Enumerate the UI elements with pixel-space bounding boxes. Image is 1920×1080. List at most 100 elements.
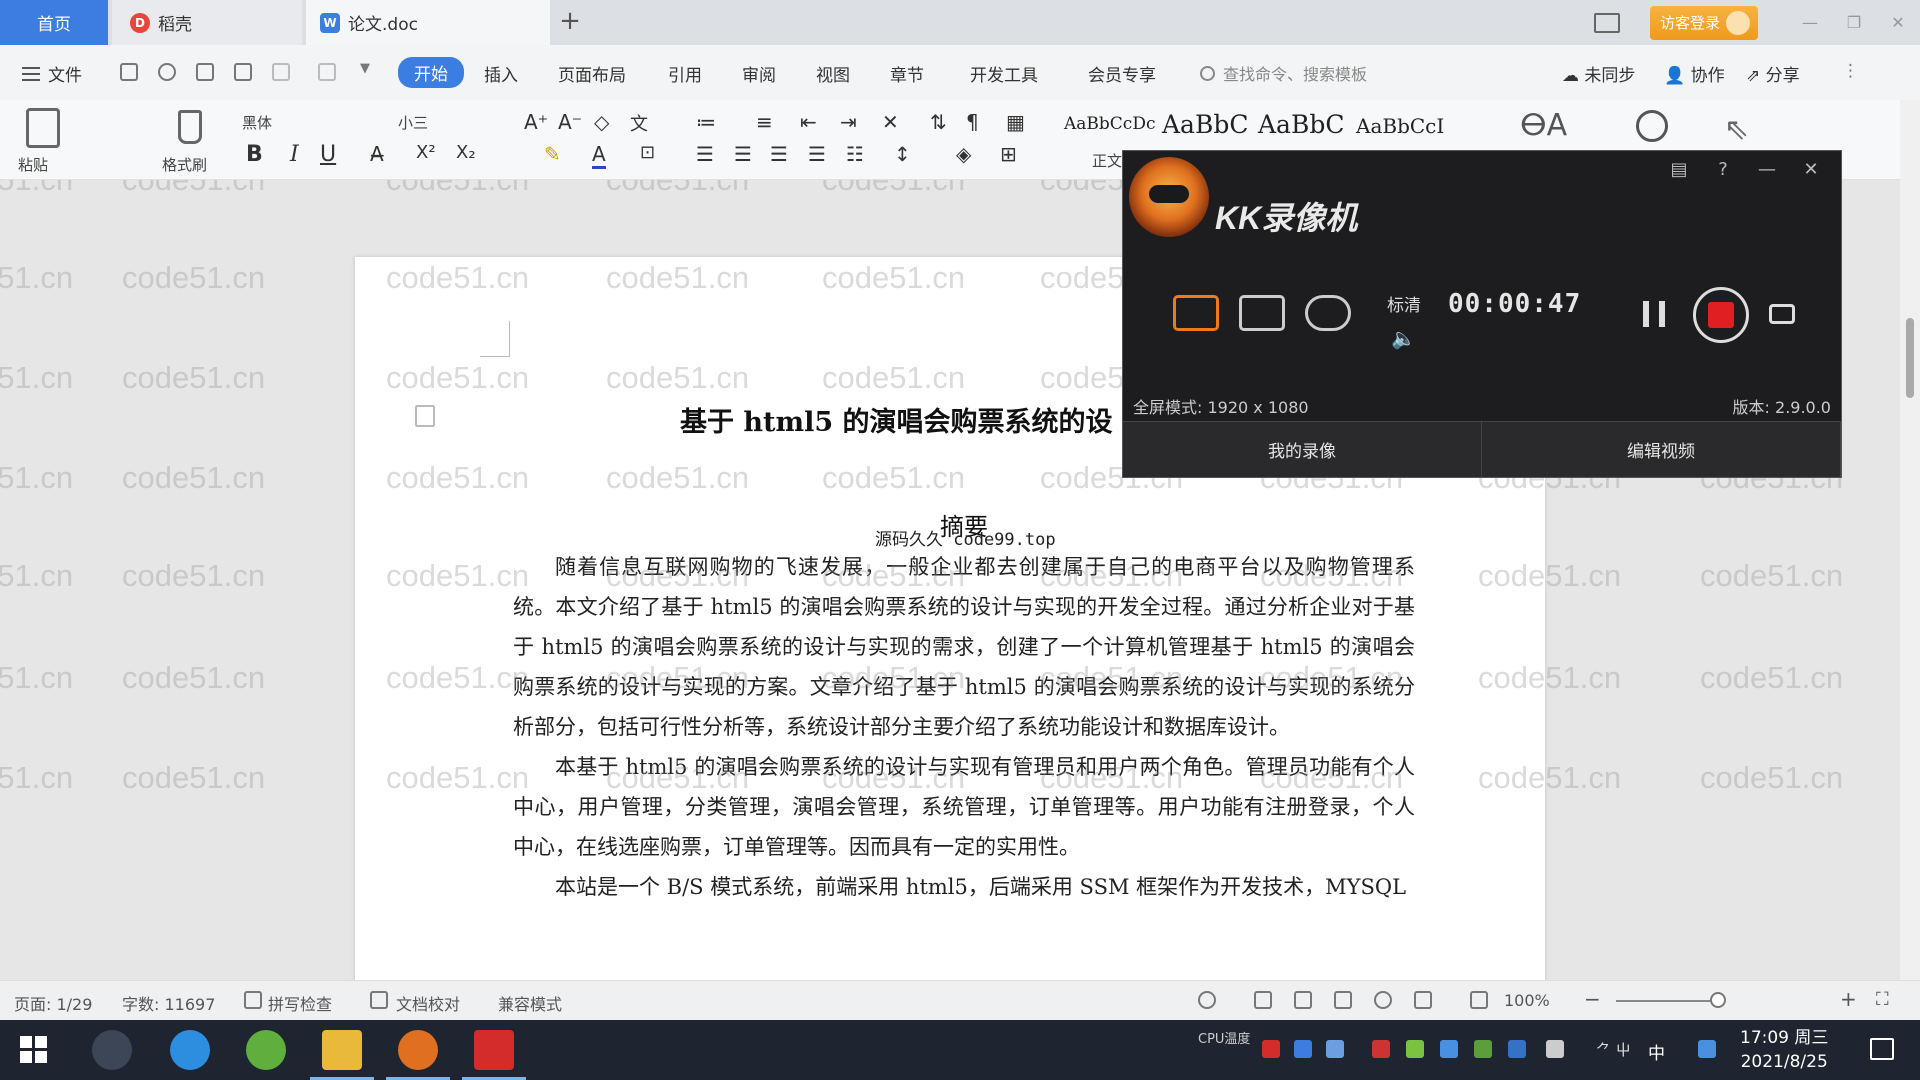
my-recordings-tab[interactable]: 我的录像	[1123, 422, 1482, 477]
print-preview-icon[interactable]	[234, 63, 252, 81]
undo-icon[interactable]	[272, 63, 290, 81]
menu-chapter[interactable]: 章节	[890, 61, 924, 86]
scrollbar-thumb[interactable]	[1906, 318, 1914, 398]
taskbar-clock[interactable]: 17:09 周三 2021/8/25	[1740, 1026, 1828, 1074]
table-icon[interactable]: ▦	[1006, 110, 1025, 134]
distribute-icon[interactable]: ☷	[846, 142, 864, 166]
align-right-icon[interactable]: ☰	[770, 142, 788, 166]
layout-icon[interactable]	[1593, 12, 1620, 33]
tray-wps-icon[interactable]	[1262, 1040, 1280, 1058]
spell-check-button[interactable]: 拼写检查	[268, 991, 332, 1015]
zoom-slider[interactable]	[1616, 1000, 1716, 1002]
write-mode-icon[interactable]	[1414, 991, 1432, 1009]
web-view-icon[interactable]	[1374, 991, 1392, 1009]
region-mode-icon[interactable]	[1173, 295, 1219, 331]
wps-writer-icon[interactable]	[474, 1030, 514, 1070]
justify-icon[interactable]: ☰	[808, 142, 826, 166]
cpu-temp-label[interactable]: CPU温度	[1198, 1028, 1250, 1047]
new-tab-button[interactable]: +	[555, 6, 585, 36]
close-icon[interactable]: ✕	[1876, 13, 1920, 32]
font-color-icon[interactable]: A	[592, 142, 606, 169]
phonetic-icon[interactable]: 文	[630, 110, 648, 136]
vertical-scrollbar[interactable]	[1900, 100, 1920, 980]
game-mode-icon[interactable]	[1305, 295, 1351, 331]
font-size-select[interactable]: 小三	[398, 112, 428, 133]
stop-record-button[interactable]	[1693, 287, 1749, 343]
quality-select[interactable]: 标清	[1387, 291, 1421, 316]
menu-references[interactable]: 引用	[668, 61, 702, 86]
strikethrough-icon[interactable]: A̶	[370, 142, 384, 166]
font-grow-icon[interactable]: A⁺	[524, 110, 548, 134]
underline-button[interactable]: U	[320, 142, 336, 167]
tab-home[interactable]: 首页	[0, 0, 108, 45]
bullet-list-icon[interactable]: ≔	[696, 110, 716, 134]
text-tools-icon[interactable]: ⴱA	[1520, 108, 1567, 143]
page-view-icon[interactable]	[1254, 991, 1272, 1009]
save-icon[interactable]	[120, 63, 138, 81]
browser-360-icon[interactable]	[246, 1030, 286, 1070]
zoom-level[interactable]: 100%	[1504, 991, 1550, 1010]
indent-icon[interactable]: ⇥	[840, 110, 857, 134]
reading-view-icon[interactable]	[1334, 991, 1352, 1009]
recorder-close-icon[interactable]: ✕	[1789, 159, 1833, 180]
align-center-icon[interactable]: ☰	[734, 142, 752, 166]
menu-dev-tools[interactable]: 开发工具	[970, 61, 1038, 86]
menu-view[interactable]: 视图	[816, 61, 850, 86]
word-count[interactable]: 字数: 11697	[122, 991, 215, 1015]
sort-icon[interactable]: ⇅	[930, 110, 947, 134]
italic-button[interactable]: I	[290, 142, 299, 167]
superscript-icon[interactable]: X²	[416, 142, 436, 163]
numbered-list-icon[interactable]: ≡	[756, 110, 773, 134]
outline-view-icon[interactable]	[1294, 991, 1312, 1009]
windows-start-icon[interactable]	[20, 1036, 48, 1064]
restore-icon[interactable]: ❐	[1832, 13, 1876, 32]
tray-app-icon[interactable]	[1372, 1040, 1390, 1058]
zoom-out-icon[interactable]: −	[1584, 987, 1601, 1011]
tray-network-icon[interactable]	[1440, 1040, 1458, 1058]
kk-recorder-taskbar-icon[interactable]	[398, 1030, 438, 1070]
menu-member[interactable]: 会员专享	[1088, 61, 1156, 86]
page-counter[interactable]: 页面: 1/29	[14, 991, 92, 1015]
volume-icon[interactable]: 🔈	[1391, 326, 1416, 350]
fullscreen-mode-icon[interactable]	[1239, 295, 1285, 331]
paragraph-handle-icon[interactable]	[415, 405, 435, 427]
print-icon[interactable]	[196, 63, 214, 81]
command-search[interactable]: 查找命令、搜索模板	[1200, 61, 1367, 85]
tab-document[interactable]: W 论文.doc	[306, 0, 550, 45]
guest-login-button[interactable]: 访客登录	[1649, 5, 1758, 40]
char-border-icon[interactable]: ⊡	[640, 142, 655, 163]
style-heading1-preview[interactable]: AaBbC	[1162, 110, 1248, 139]
tray-360-icon[interactable]	[1406, 1040, 1424, 1058]
kk-recorder-window[interactable]: KK录像机 ▤ ? — ✕ 标清 🔈 00:00:47 全屏模式: 1920 x…	[1122, 150, 1842, 478]
file-explorer-icon[interactable]	[322, 1030, 362, 1070]
bold-button[interactable]: B	[246, 142, 263, 167]
tab-daoke[interactable]: D 稻壳	[112, 0, 302, 45]
select-cursor-icon[interactable]: ⇖	[1724, 112, 1749, 147]
undo-history-icon[interactable]	[158, 63, 176, 81]
fullscreen-icon[interactable]: ⛶	[1876, 989, 1889, 1010]
redo-icon[interactable]	[318, 63, 336, 81]
tray-ime-icon[interactable]	[1698, 1040, 1716, 1058]
quick-access-chevron-icon[interactable]: ▼	[360, 61, 370, 76]
style-normal-preview[interactable]: AaBbCcDc	[1064, 114, 1155, 134]
proofread-button[interactable]: 文档校对	[396, 991, 460, 1015]
shading-icon[interactable]: ◈	[956, 142, 971, 166]
sync-status[interactable]: ☁ 未同步	[1562, 61, 1635, 86]
internet-explorer-icon[interactable]	[170, 1030, 210, 1070]
border-icon[interactable]: ⊞	[1000, 142, 1017, 166]
tray-battery-icon[interactable]	[1474, 1040, 1492, 1058]
outdent-icon[interactable]: ⇤	[800, 110, 817, 134]
input-method-indicator[interactable]: 中	[1648, 1039, 1665, 1064]
edit-video-tab[interactable]: 编辑视频	[1482, 422, 1841, 477]
align-left-icon[interactable]: ☰	[696, 142, 714, 166]
collaborate-button[interactable]: 👤 协作	[1664, 61, 1725, 86]
screenshot-camera-icon[interactable]	[1769, 304, 1795, 324]
clear-format-icon[interactable]: ◇	[594, 110, 609, 134]
menu-start[interactable]: 开始	[398, 57, 464, 88]
zoom-slider-handle[interactable]	[1710, 992, 1726, 1008]
fit-width-icon[interactable]	[1470, 991, 1488, 1009]
minimize-icon[interactable]: —	[1788, 13, 1832, 32]
recorder-skin-icon[interactable]: ▤	[1657, 159, 1701, 180]
recorder-help-icon[interactable]: ?	[1701, 159, 1745, 180]
font-shrink-icon[interactable]: A⁻	[558, 110, 582, 134]
